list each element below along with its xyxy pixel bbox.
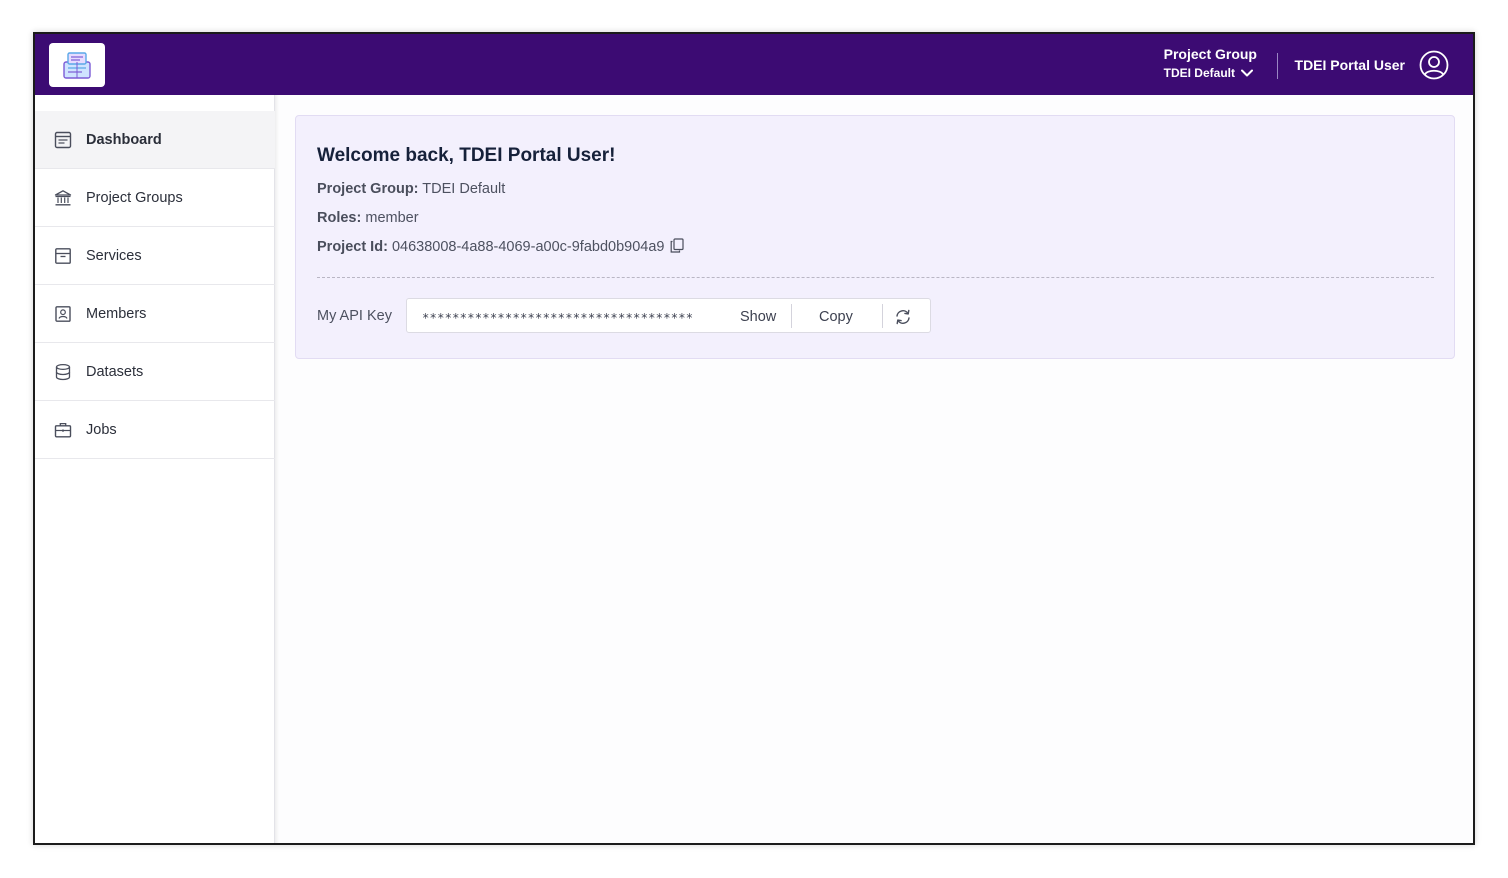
refresh-icon (896, 309, 910, 325)
user-avatar-icon[interactable] (1419, 50, 1449, 80)
chevron-down-icon (1240, 69, 1253, 77)
project-id-label: Project Id: (317, 239, 388, 255)
api-box-separator (882, 304, 883, 328)
project-group-label: Project Group: (317, 181, 419, 197)
project-id-value: 04638008-4a88-4069-a00c-9fabd0b904a9 (391, 239, 665, 255)
welcome-heading: Welcome back, TDEI Portal User! (317, 145, 616, 166)
project-group-current: TDEI Default (1163, 66, 1235, 80)
sidebar-item-dashboard[interactable]: Dashboard (35, 111, 275, 169)
sidebar-item-label: Dashboard (86, 131, 162, 148)
app-window: Project Group TDEI Default TDEI Portal U… (33, 32, 1475, 845)
regenerate-api-key-button[interactable] (893, 307, 913, 327)
project-id-row: Project Id: 04638008-4a88-4069-a00c-9fab… (317, 237, 685, 257)
logo-icon (63, 52, 91, 79)
sidebar-item-label: Datasets (86, 363, 144, 380)
api-key-masked: ************************************ (422, 311, 694, 325)
top-navbar: Project Group TDEI Default TDEI Portal U… (35, 34, 1473, 95)
copy-api-key-button[interactable]: Copy (819, 307, 853, 327)
sidebar-item-label: Members (86, 305, 147, 322)
api-key-label: My API Key (317, 308, 392, 324)
copy-icon[interactable] (670, 238, 685, 253)
project-group-value: TDEI Default (422, 181, 506, 197)
sidebar-item-datasets[interactable]: Datasets (35, 343, 275, 401)
project-group-row: Project Group: TDEI Default (317, 179, 505, 199)
sidebar-item-project-groups[interactable]: Project Groups (35, 169, 275, 227)
sidebar-item-label: Project Groups (86, 189, 183, 206)
project-group-title: Project Group (1163, 46, 1257, 62)
roles-label: Roles: (317, 210, 362, 226)
sidebar-item-members[interactable]: Members (35, 285, 275, 343)
sidebar-item-services[interactable]: Services (35, 227, 275, 285)
database-icon (54, 363, 72, 381)
member-badge-icon (54, 305, 72, 323)
archive-icon (54, 247, 72, 265)
header-divider (1277, 53, 1278, 79)
bank-icon (54, 189, 72, 207)
briefcase-icon (54, 421, 72, 439)
sidebar-shadow (275, 95, 279, 843)
welcome-card: Welcome back, TDEI Portal User! Project … (295, 115, 1455, 359)
sidebar-item-label: Jobs (86, 421, 117, 438)
sidebar: Dashboard Project Groups Services Member… (35, 95, 275, 843)
dashboard-icon (54, 131, 72, 149)
show-api-key-button[interactable]: Show (740, 307, 776, 327)
api-box-separator (791, 304, 792, 328)
roles-row: Roles: member (317, 208, 419, 228)
section-divider (317, 277, 1434, 278)
user-name[interactable]: TDEI Portal User (1295, 55, 1405, 75)
sidebar-item-label: Services (86, 247, 142, 264)
api-key-box: ************************************ Sho… (406, 298, 931, 333)
roles-value: member (365, 210, 419, 226)
sidebar-item-jobs[interactable]: Jobs (35, 401, 275, 459)
project-group-selector[interactable]: Project Group TDEI Default (1164, 44, 1257, 82)
app-logo[interactable] (49, 43, 105, 87)
